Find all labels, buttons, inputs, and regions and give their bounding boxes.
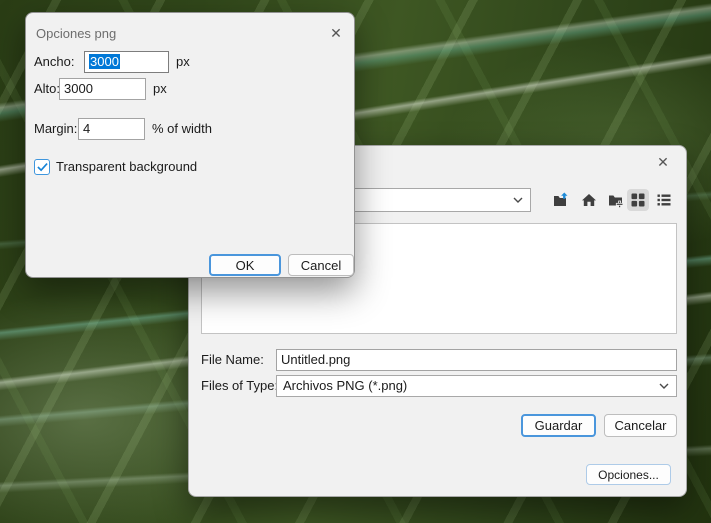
chevron-down-icon [513, 197, 523, 203]
list-view-icon [656, 192, 672, 208]
width-value: 3000 [89, 54, 120, 69]
options-button[interactable]: Opciones... [586, 464, 671, 485]
cancel-button[interactable]: Cancelar [604, 414, 677, 437]
files-of-type-value: Archivos PNG (*.png) [283, 378, 407, 393]
height-label: Alto: [34, 78, 60, 100]
height-input[interactable]: 3000 [59, 78, 146, 100]
grid-view-icon [630, 192, 646, 208]
files-of-type-label: Files of Type: [201, 375, 278, 397]
width-unit: px [176, 51, 190, 73]
checkmark-icon [37, 162, 48, 172]
list-view-button[interactable] [653, 189, 675, 211]
png-options-dialog: Opciones png ✕ Ancho: 3000 px Alto: 3000… [25, 12, 355, 278]
home-button[interactable] [578, 189, 600, 211]
grid-view-button[interactable] [627, 189, 649, 211]
close-icon[interactable]: ✕ [326, 24, 346, 44]
home-icon [581, 192, 597, 208]
file-name-input[interactable]: Untitled.png [276, 349, 677, 371]
file-name-value: Untitled.png [281, 352, 350, 367]
up-folder-button[interactable] [550, 189, 572, 211]
new-folder-icon [608, 192, 624, 208]
ok-button[interactable]: OK [209, 254, 281, 276]
files-of-type-select[interactable]: Archivos PNG (*.png) [276, 375, 677, 397]
margin-input[interactable]: 4 [78, 118, 145, 140]
file-name-label: File Name: [201, 349, 264, 371]
height-unit: px [153, 78, 167, 100]
cancel-button[interactable]: Cancel [288, 254, 354, 276]
margin-unit: % of width [152, 118, 212, 140]
transparent-background-label: Transparent background [56, 156, 197, 178]
width-label: Ancho: [34, 51, 74, 73]
dialog-title: Opciones png [36, 26, 116, 41]
margin-label: Margin: [34, 118, 77, 140]
save-button[interactable]: Guardar [521, 414, 596, 437]
height-value: 3000 [64, 81, 93, 96]
up-folder-icon [553, 192, 569, 208]
width-input[interactable]: 3000 [84, 51, 169, 73]
chevron-down-icon [659, 383, 669, 389]
close-icon[interactable]: ✕ [653, 153, 673, 173]
new-folder-button[interactable] [605, 189, 627, 211]
transparent-background-checkbox[interactable] [34, 159, 50, 175]
margin-value: 4 [83, 121, 90, 136]
